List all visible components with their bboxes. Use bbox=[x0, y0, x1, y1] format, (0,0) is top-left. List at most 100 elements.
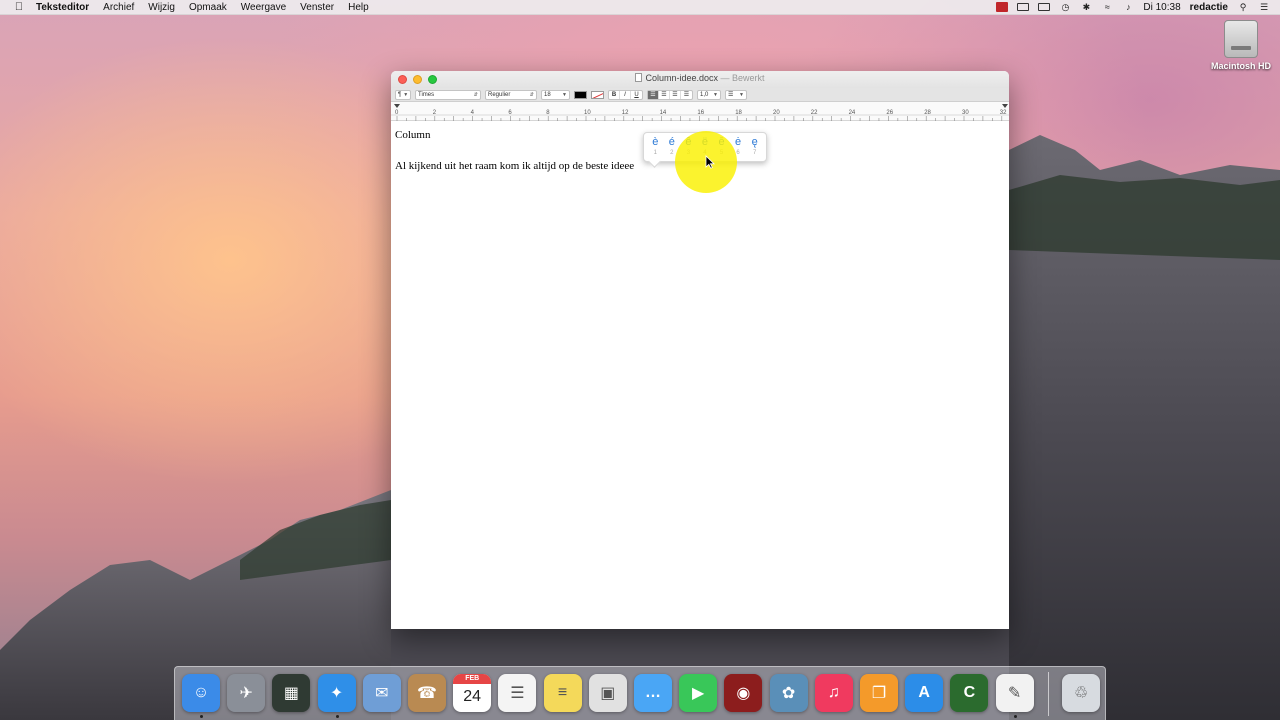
line-spacing-value: 1,0 bbox=[700, 91, 709, 98]
accent-char: è bbox=[652, 136, 659, 148]
mission-control-icon[interactable]: ▦ bbox=[272, 674, 311, 712]
menu-weergave[interactable]: Weergave bbox=[241, 2, 286, 13]
italic-button[interactable]: I bbox=[620, 90, 631, 99]
font-size-field[interactable]: 18 ▼ bbox=[541, 89, 570, 100]
font-family-select[interactable]: Times ⇵ bbox=[415, 89, 481, 100]
font-style-value: Regulier bbox=[488, 91, 511, 98]
accent-char: ę bbox=[751, 136, 758, 148]
calendar-month: FEB bbox=[453, 674, 492, 684]
font-size-value: 18 bbox=[544, 91, 551, 98]
window-edited-status[interactable]: — Bewerkt bbox=[721, 73, 765, 83]
calendar-day: 24 bbox=[463, 688, 482, 705]
left-margin-marker-icon[interactable] bbox=[394, 104, 400, 108]
apple-menu-icon[interactable]:  bbox=[12, 1, 26, 13]
menu-clock[interactable]: Di 10:38 bbox=[1143, 2, 1180, 13]
background-color-well[interactable] bbox=[591, 90, 604, 99]
textedit-icon[interactable]: ✎ bbox=[995, 674, 1034, 712]
notes-icon[interactable]: ≡ bbox=[543, 674, 582, 712]
ruler-label: 24 bbox=[849, 110, 856, 116]
ruler[interactable]: 0 2 4 6 8 10 12 14 16 18 20 22 24 26 28 30 32 bbox=[391, 102, 1009, 121]
facetime-icon[interactable]: ▶ bbox=[679, 674, 718, 712]
menu-user[interactable]: redactie bbox=[1190, 2, 1228, 13]
chevron-down-icon: ▼ bbox=[713, 91, 718, 98]
chevron-down-icon: ▼ bbox=[562, 91, 567, 98]
reminders-icon[interactable]: ☰ bbox=[498, 674, 537, 712]
ruler-label: 18 bbox=[735, 110, 742, 116]
ruler-label: 28 bbox=[924, 110, 931, 116]
ruler-label: 16 bbox=[697, 110, 704, 116]
hard-drive-icon bbox=[1224, 20, 1258, 58]
accent-number: 1 bbox=[653, 150, 657, 156]
messages-icon[interactable]: … bbox=[634, 674, 672, 712]
ruler-label: 20 bbox=[773, 110, 780, 116]
recording-icon[interactable] bbox=[996, 2, 1009, 12]
battery-icon[interactable] bbox=[1038, 3, 1051, 11]
safari-icon[interactable]: ✦ bbox=[317, 674, 356, 712]
document-icon[interactable] bbox=[635, 73, 643, 82]
running-indicator bbox=[335, 715, 339, 718]
preview-icon[interactable]: ▣ bbox=[588, 674, 627, 712]
format-toolbar: ¶ ▼ Times ⇵ Regulier ⇵ 18 ▼ B I U ☰ ☰ ☰ ☰ 1,… bbox=[391, 88, 1009, 102]
underline-button[interactable]: U bbox=[631, 91, 642, 99]
align-center-button[interactable]: ☰ bbox=[659, 90, 670, 99]
ibooks-icon[interactable]: ❐ bbox=[860, 674, 898, 712]
spotlight-search-icon[interactable]: ⚲ bbox=[1237, 2, 1249, 12]
menu-app-name[interactable]: Teksteditor bbox=[36, 2, 89, 13]
ruler-scale: 0 2 4 6 8 10 12 14 16 18 20 22 24 26 28 30 32 bbox=[391, 104, 1009, 121]
ruler-label: 30 bbox=[962, 110, 969, 116]
menu-opmaak[interactable]: Opmaak bbox=[189, 2, 227, 13]
ruler-label: 14 bbox=[660, 110, 667, 116]
ruler-label: 26 bbox=[886, 110, 893, 116]
accent-number: 7 bbox=[752, 150, 757, 156]
accent-option-1[interactable]: è1 bbox=[648, 135, 663, 158]
font-family-value: Times bbox=[418, 91, 435, 98]
finder-icon[interactable]: ☺ bbox=[182, 674, 220, 712]
macintosh-hd-desktop-icon[interactable]: Macintosh HD bbox=[1210, 20, 1272, 71]
mouse-pointer-icon bbox=[705, 155, 715, 169]
volume-icon[interactable]: ♪ bbox=[1122, 2, 1134, 12]
align-justify-button[interactable]: ☰ bbox=[681, 91, 692, 99]
paragraph-style-select[interactable]: ¶ ▼ bbox=[395, 89, 411, 100]
mail-icon[interactable]: ✉ bbox=[362, 674, 401, 712]
trash-icon[interactable]: ♲ bbox=[1062, 674, 1100, 712]
time-machine-icon[interactable]: ◷ bbox=[1059, 2, 1071, 12]
line-spacing-select[interactable]: 1,0 ▼ bbox=[697, 89, 721, 100]
menu-help[interactable]: Help bbox=[348, 2, 369, 13]
list-style-select[interactable]: ☰ ▼ bbox=[725, 89, 747, 100]
notification-center-icon[interactable]: ☰ bbox=[1258, 2, 1270, 12]
menu-venster[interactable]: Venster bbox=[300, 2, 334, 13]
status-area: ◷ ✱ ≈ ♪ Di 10:38 redactie ⚲ ☰ bbox=[996, 2, 1270, 13]
font-style-select[interactable]: Regulier ⇵ bbox=[485, 89, 537, 100]
window-filename: Column-idee.docx bbox=[645, 73, 718, 83]
accent-option-7[interactable]: ę7 bbox=[747, 135, 762, 158]
iphoto-icon[interactable]: ✿ bbox=[769, 674, 808, 712]
menu-wijzig[interactable]: Wijzig bbox=[148, 2, 175, 13]
document-line-2: Al kijkend uit het raam kom ik altijd op… bbox=[395, 160, 635, 172]
wifi-icon[interactable]: ≈ bbox=[1101, 2, 1113, 12]
airplay-icon[interactable] bbox=[1017, 3, 1030, 11]
launchpad-icon[interactable]: ✈ bbox=[227, 674, 266, 712]
right-margin-marker-icon[interactable] bbox=[1002, 104, 1008, 108]
text-color-well[interactable] bbox=[574, 90, 587, 99]
app-store-icon[interactable]: A bbox=[905, 674, 944, 712]
contacts-icon[interactable]: ☎ bbox=[408, 674, 446, 712]
window-title: Column-idee.docx — Bewerkt bbox=[391, 73, 1009, 83]
photo-booth-icon[interactable]: ◉ bbox=[724, 674, 763, 712]
menu-archief[interactable]: Archief bbox=[103, 2, 134, 13]
menu-bar:  Teksteditor Archief Wijzig Opmaak Weer… bbox=[0, 0, 1280, 15]
align-right-button[interactable]: ☰ bbox=[670, 90, 681, 99]
list-bullets-icon: ☰ bbox=[728, 92, 734, 98]
camtasia-icon[interactable]: C bbox=[950, 674, 989, 712]
itunes-icon[interactable]: ♫ bbox=[814, 674, 853, 712]
chevron-down-icon: ▼ bbox=[739, 91, 744, 98]
dock-separator bbox=[1048, 672, 1049, 716]
paragraph-style-value: ¶ bbox=[398, 91, 402, 98]
bluetooth-icon[interactable]: ✱ bbox=[1080, 2, 1092, 12]
bold-button[interactable]: B bbox=[609, 90, 620, 99]
ruler-label: 12 bbox=[622, 110, 629, 116]
chevron-updown-icon: ⇵ bbox=[529, 91, 534, 98]
align-left-button[interactable]: ☰ bbox=[648, 90, 659, 99]
calendar-icon[interactable]: FEB 24 bbox=[453, 674, 492, 712]
ruler-label: 32 bbox=[1000, 110, 1007, 116]
window-titlebar[interactable]: Column-idee.docx — Bewerkt bbox=[391, 71, 1009, 88]
